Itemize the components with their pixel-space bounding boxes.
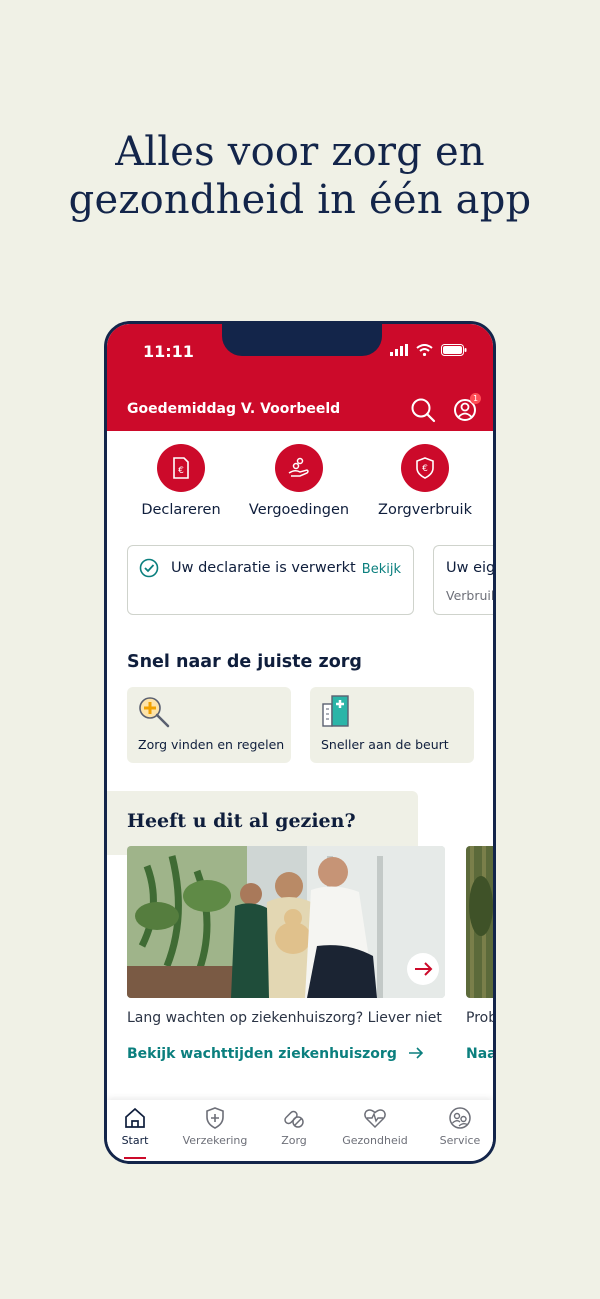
quick-action-circle [275, 444, 323, 492]
notification-badge: 1 [470, 393, 481, 404]
app-header: Goedemiddag V. Voorbeeld 1 [107, 392, 493, 431]
quick-action-declareren[interactable]: € Declareren [116, 444, 246, 518]
promo-headline: Alles voor zorg en gezondheid in één app [0, 128, 600, 224]
tab-verzekering[interactable]: Verzekering [176, 1106, 254, 1147]
quick-action-label: Declareren [141, 502, 221, 518]
shield-euro-icon: € [416, 457, 434, 479]
headline-line-2: gezondheid in één app [68, 177, 532, 223]
battery-icon [441, 344, 467, 356]
pills-icon [284, 1110, 304, 1128]
care-card-sneller-aan-de-beurt[interactable]: Sneller aan de beurt [310, 687, 474, 763]
greeting: Goedemiddag V. Voorbeeld [127, 401, 341, 417]
care-section-title: Snel naar de juiste zorg [127, 652, 362, 672]
svg-text:€: € [422, 464, 428, 474]
tab-label: Verzekering [182, 1134, 248, 1147]
article-link-wachttijden[interactable]: Bekijk wachttijden ziekenhuiszorg [127, 1046, 424, 1062]
phone-notch [222, 324, 382, 356]
wifi-icon [416, 344, 433, 356]
profile-button[interactable]: 1 [451, 393, 481, 424]
care-card-zorg-vinden[interactable]: Zorg vinden en regelen [127, 687, 291, 763]
quick-action-label: Zorgverbruik [378, 502, 472, 518]
tab-service[interactable]: Service [421, 1106, 493, 1147]
article-caption: Lang wachten op ziekenhuiszorg? Liever n… [127, 1010, 442, 1026]
article-image-ziekenhuiszorg[interactable] [127, 846, 445, 998]
phone-frame: 11:11 Goedemiddag V. Voorbeeld 1 € Decla… [104, 321, 496, 1164]
notification-card-eigen-risico[interactable]: Uw eig Verbruik [433, 545, 496, 615]
search-icon [411, 398, 436, 423]
arrow-right-icon [408, 1047, 423, 1059]
care-card-label: Sneller aan de beurt [321, 737, 449, 752]
service-people-icon [449, 1107, 471, 1129]
forest-photo [466, 846, 493, 998]
hand-coins-icon [288, 457, 309, 477]
active-tab-indicator [124, 1157, 146, 1159]
bottom-tab-bar: Start Verzekering Zorg Gezondheid Servic… [107, 1100, 493, 1161]
quick-action-zorgverbruik[interactable]: € Zorgverbruik [360, 444, 490, 518]
care-card-label: Zorg vinden en regelen [138, 737, 285, 752]
notification-title: Uw eig [446, 560, 496, 576]
notification-card-declaratie[interactable]: Uw declaratie is verwerkt Bekijk [127, 545, 414, 615]
doctor-family-photo [127, 846, 445, 998]
quick-action-circle: € [157, 444, 205, 492]
heart-pulse-icon [364, 1109, 386, 1129]
hospital-building-icon [322, 695, 349, 727]
tab-label: Service [439, 1134, 481, 1147]
notification-subtitle: Verbruik [446, 588, 496, 603]
status-time: 11:11 [143, 342, 194, 361]
article-image-second[interactable] [466, 846, 493, 998]
tab-gezondheid[interactable]: Gezondheid [336, 1106, 414, 1147]
article-caption-second: Prob [466, 1010, 496, 1026]
receipt-euro-icon: € [173, 457, 189, 479]
quick-action-label: Vergoedingen [248, 502, 350, 518]
signal-icon [390, 344, 408, 356]
quick-action-vergoedingen[interactable]: Vergoedingen [234, 444, 364, 518]
shield-plus-icon [206, 1107, 224, 1129]
svg-text:€: € [178, 466, 184, 476]
home-icon [125, 1107, 145, 1128]
tab-label: Zorg [281, 1134, 307, 1147]
check-circle-icon [139, 558, 159, 578]
status-bar: 11:11 [107, 324, 493, 392]
status-icons [390, 344, 467, 356]
tab-label: Start [121, 1134, 149, 1147]
tab-zorg[interactable]: Zorg [255, 1106, 333, 1147]
seen-section-title: Heeft u dit al gezien? [127, 810, 356, 832]
notification-link-bekijk[interactable]: Bekijk [362, 562, 401, 577]
notification-title: Uw declaratie is verwerkt [171, 560, 356, 576]
magnifier-plus-icon [139, 697, 170, 728]
quick-action-circle: € [401, 444, 449, 492]
article-link-label: Bekijk wachttijden ziekenhuiszorg [127, 1046, 397, 1062]
headline-line-1: Alles voor zorg en [115, 129, 485, 175]
quick-actions: € Declareren Vergoedingen € Zorgverbruik [107, 444, 493, 524]
tab-start[interactable]: Start [107, 1106, 174, 1147]
search-button[interactable] [409, 396, 437, 424]
tab-label: Gezondheid [342, 1134, 408, 1147]
article-link-second[interactable]: Naa [466, 1046, 493, 1062]
